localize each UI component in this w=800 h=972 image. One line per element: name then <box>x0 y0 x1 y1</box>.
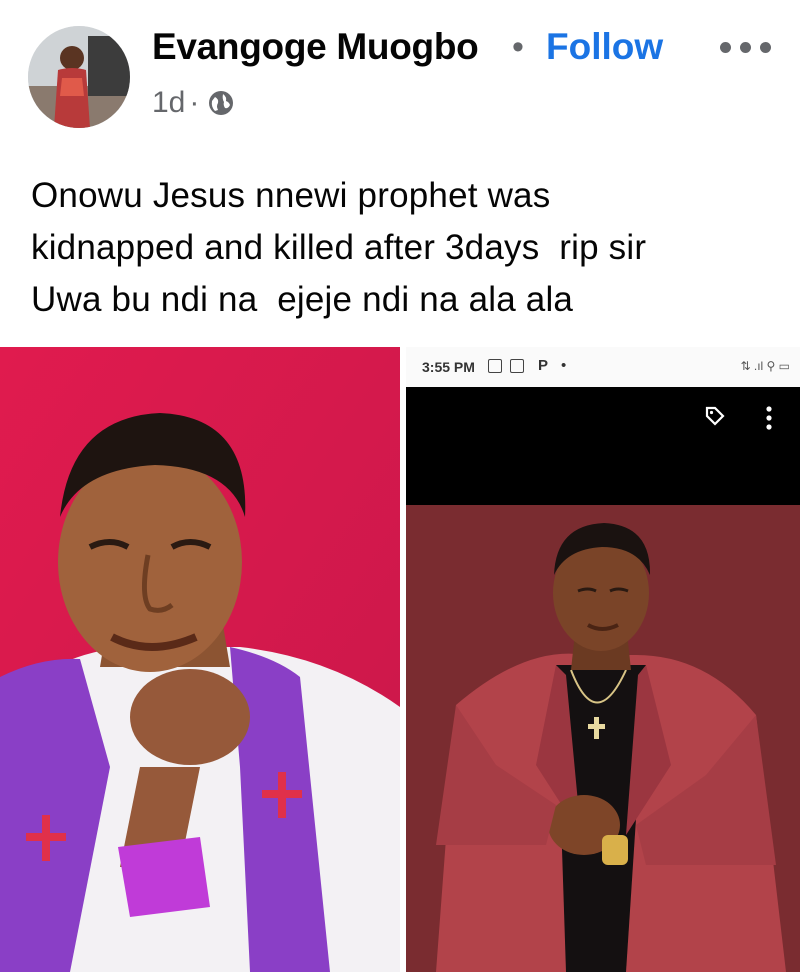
photo-prophet-robe <box>0 347 400 972</box>
post-time[interactable]: 1d <box>152 86 185 120</box>
author-avatar[interactable] <box>28 26 130 128</box>
status-app-letter: P <box>538 357 549 374</box>
kebab-menu-icon[interactable] <box>764 405 774 431</box>
notification-icon <box>488 359 502 373</box>
follow-separator: • <box>512 28 524 66</box>
globe-icon[interactable] <box>207 89 235 117</box>
phone-status-bar: 3:55 PM P • ⇅ .ıl ⚲ ▭ <box>406 347 800 387</box>
post-header: Evangoge Muogbo • Follow 1d · <box>0 0 800 150</box>
photo-prophet-blazer <box>406 505 800 972</box>
post-photo-left[interactable] <box>0 347 400 972</box>
post-text-line: kidnapped and killed after 3days rip sir <box>31 228 647 267</box>
status-indicators: ⇅ .ıl ⚲ ▭ <box>740 359 790 373</box>
status-dot: • <box>561 357 567 374</box>
viewer-toolbar <box>406 387 800 505</box>
post-text-line: Uwa bu ndi na ejeje ndi na ala ala <box>31 280 574 319</box>
more-options-icon[interactable] <box>718 36 774 56</box>
avatar-image <box>28 26 130 128</box>
post-body: Onowu Jesus nnewi prophet was kidnapped … <box>31 170 781 326</box>
follow-button[interactable]: Follow <box>546 26 663 68</box>
notification-icon <box>510 359 524 373</box>
status-time: 3:55 PM <box>422 359 475 375</box>
post-text-line: Onowu Jesus nnewi prophet was <box>31 176 551 215</box>
post-meta: 1d · <box>152 86 235 120</box>
post-photo-right[interactable]: 3:55 PM P • ⇅ .ıl ⚲ ▭ <box>406 347 800 972</box>
author-name[interactable]: Evangoge Muogbo <box>152 26 479 68</box>
tag-icon[interactable] <box>704 405 726 427</box>
meta-separator: · <box>189 86 200 119</box>
